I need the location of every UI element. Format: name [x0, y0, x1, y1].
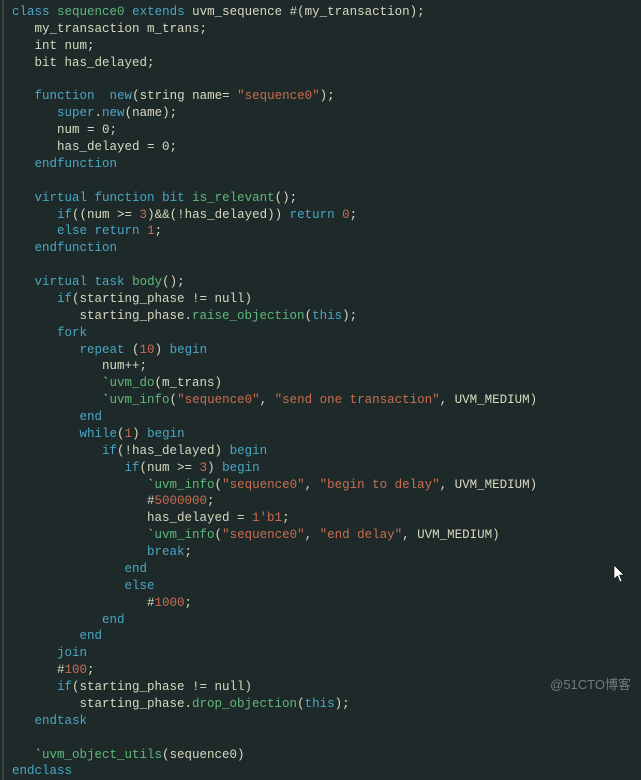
code-editor: class sequence0 extends uvm_sequence #(m… — [2, 0, 641, 780]
code-line: has_delayed = 0; — [12, 140, 177, 154]
base-class: uvm_sequence — [192, 5, 282, 19]
keyword-endfunction: endfunction — [35, 157, 118, 171]
keyword-extends: extends — [132, 5, 185, 19]
keyword-class: class — [12, 5, 50, 19]
class-name: sequence0 — [57, 5, 125, 19]
watermark-text: @51CTO博客 — [550, 676, 631, 694]
code-line: num = 0; — [12, 123, 117, 137]
code-line: bit has_delayed; — [12, 56, 155, 70]
keyword-endtask: endtask — [35, 714, 88, 728]
code-line: my_transaction m_trans; — [12, 22, 207, 36]
code-line: int num; — [12, 39, 95, 53]
keyword-endclass: endclass — [12, 764, 72, 778]
